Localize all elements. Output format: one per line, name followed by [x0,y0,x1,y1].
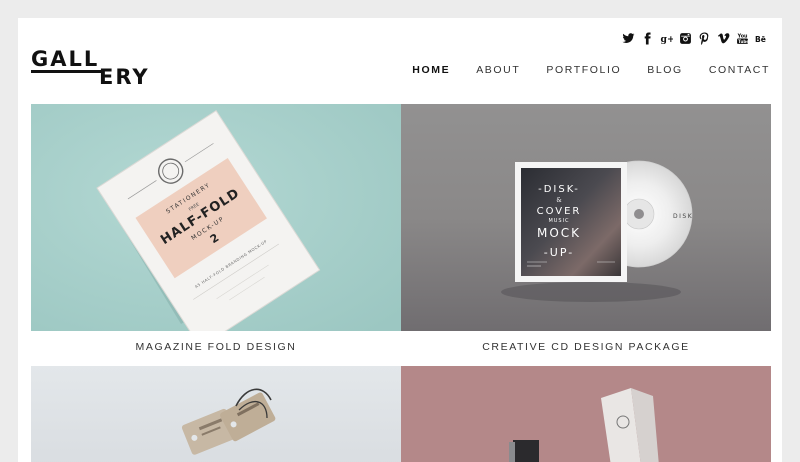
cd-disc-label: DISK [673,213,693,220]
gallery-item-booklet[interactable] [401,366,771,462]
youtube-icon[interactable]: You Tube [736,30,749,46]
cd-cover-amp: & [556,197,562,204]
svg-text:Tube: Tube [738,39,749,44]
social-icons: g+ YouTube Bē [622,30,768,46]
cd-cover-mock: MOCK [537,226,581,240]
svg-text:g+: g+ [661,33,673,44]
page-container: GALL ERY g+ YouTube Bē HOME AB [18,18,782,462]
logo-text-line1: GALL [31,47,100,71]
booklet-mockup-image [401,366,771,462]
behance-icon[interactable]: Bē [755,30,768,46]
caption-cd[interactable]: CREATIVE CD DESIGN PACKAGE [401,341,771,353]
gallery-item-cd[interactable]: DISK -DISK- & COVER MUSIC MOCK -UP- [401,104,771,331]
vimeo-icon[interactable] [717,30,730,46]
nav-portfolio[interactable]: PORTFOLIO [546,64,621,76]
tags-mockup-image [181,388,276,455]
pinterest-icon[interactable] [698,30,711,46]
main-nav: HOME ABOUT PORTFOLIO BLOG CONTACT [412,64,770,76]
google-plus-icon[interactable]: g+ [660,30,673,46]
cd-cover-up: -UP- [544,246,574,259]
facebook-icon[interactable] [641,30,654,46]
site-logo[interactable]: GALL ERY [31,47,159,89]
instagram-icon[interactable] [679,30,692,46]
magazine-mockup-image: STATIONERY FREE HALF-FOLD MOCK-UP 2 A5 H… [31,104,401,331]
nav-contact[interactable]: CONTACT [709,64,770,76]
gallery-item-tags[interactable] [31,366,401,462]
cd-cover-cover: COVER [537,206,582,217]
svg-text:Bē: Bē [755,34,766,43]
nav-home[interactable]: HOME [412,64,450,76]
logo-bar [31,70,101,73]
gallery-item-magazine[interactable]: STATIONERY FREE HALF-FOLD MOCK-UP 2 A5 H… [31,104,401,331]
nav-blog[interactable]: BLOG [647,64,683,76]
cd-cover-disk: -DISK- [538,184,580,195]
caption-magazine[interactable]: MAGAZINE FOLD DESIGN [31,341,401,353]
cd-cover-music: MUSIC [548,218,569,224]
cd-mockup-image: DISK -DISK- & COVER MUSIC MOCK -UP- [501,160,693,302]
twitter-icon[interactable] [622,30,635,46]
nav-about[interactable]: ABOUT [476,64,520,76]
logo-text-line2: ERY [99,65,150,89]
